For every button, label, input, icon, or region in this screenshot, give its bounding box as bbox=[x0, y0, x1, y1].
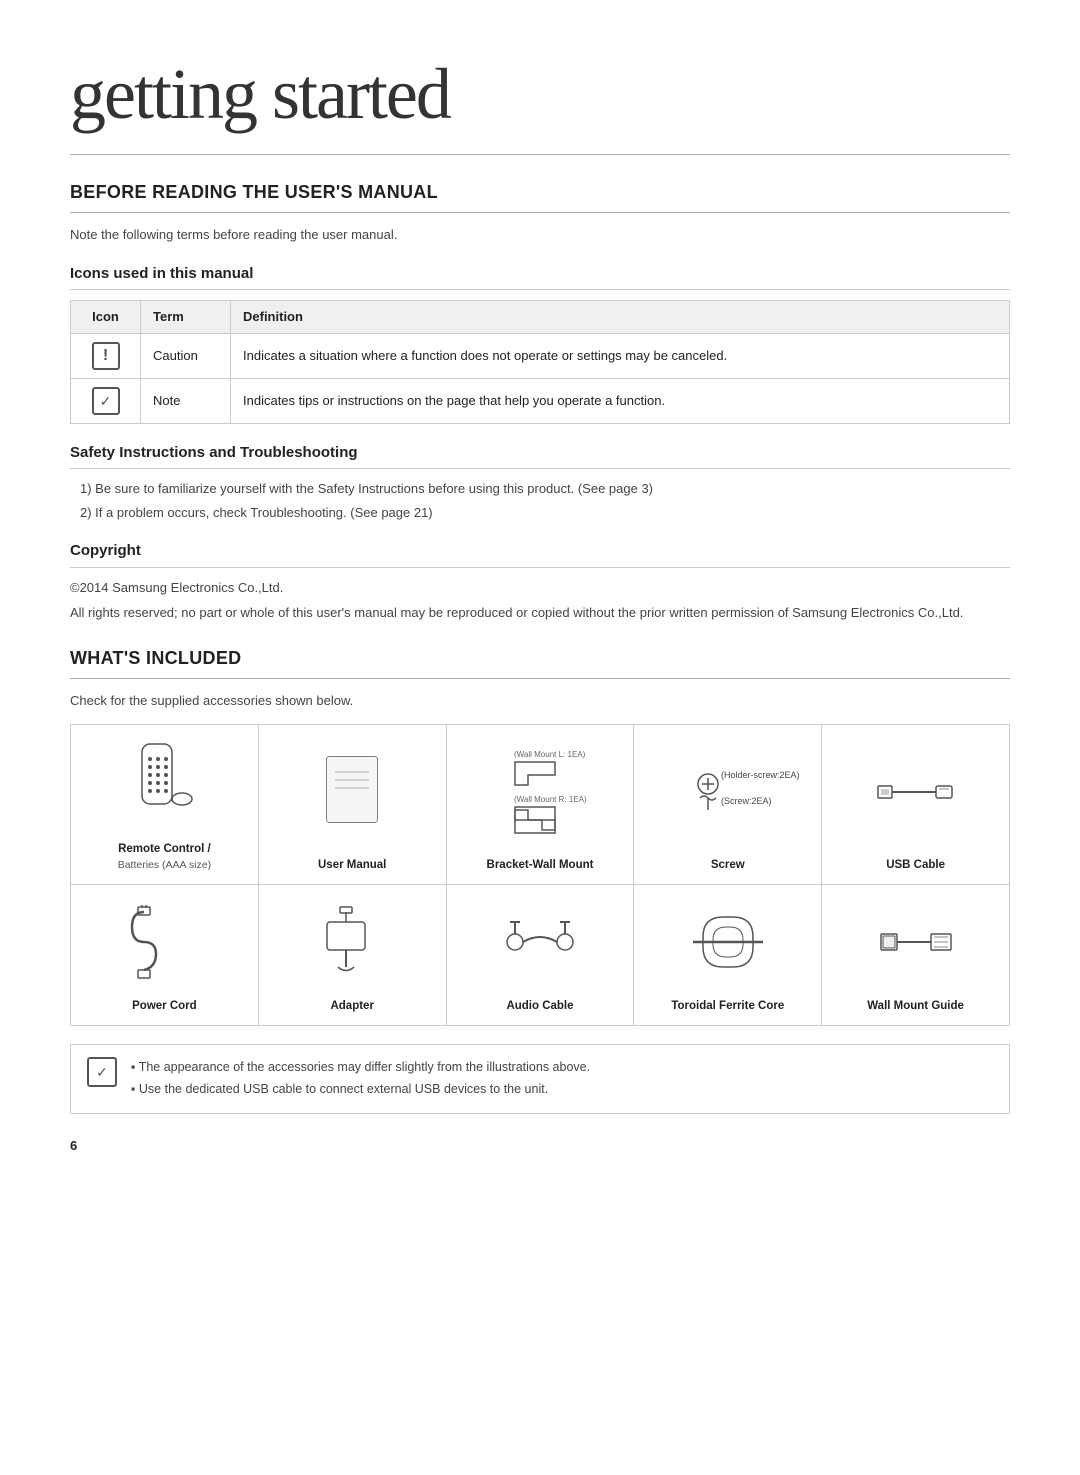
svg-text:(Screw:2EA): (Screw:2EA) bbox=[721, 796, 772, 806]
col-definition: Definition bbox=[231, 301, 1010, 334]
accessories-row-1: Remote Control / Batteries (AAA size) Us… bbox=[71, 725, 1009, 885]
remote-control-image bbox=[79, 739, 250, 829]
section2-title: WHAT'S INCLUDED bbox=[70, 645, 1010, 679]
table-row: ! Caution Indicates a situation where a … bbox=[71, 333, 1010, 378]
accessories-grid: Remote Control / Batteries (AAA size) Us… bbox=[70, 724, 1010, 1026]
svg-text:(Wall Mount R: 1EA): (Wall Mount R: 1EA) bbox=[514, 795, 587, 804]
remote-sublabel: Batteries (AAA size) bbox=[118, 858, 211, 874]
wall-mount-guide-image bbox=[830, 899, 1001, 986]
notes-box-text: The appearance of the accessories may di… bbox=[131, 1057, 590, 1101]
user-manual-image bbox=[267, 739, 438, 845]
note-line-2: Use the dedicated USB cable to connect e… bbox=[131, 1079, 590, 1099]
usb-cable-label: USB Cable bbox=[886, 857, 945, 874]
before-reading-section: BEFORE READING THE USER'S MANUAL Note th… bbox=[70, 179, 1010, 623]
power-cord-label: Power Cord bbox=[132, 998, 197, 1015]
usb-cable-image bbox=[830, 739, 1001, 845]
whats-included-intro: Check for the supplied accessories shown… bbox=[70, 691, 1010, 711]
note-line-1: The appearance of the accessories may di… bbox=[131, 1057, 590, 1077]
ferrite-core-image bbox=[642, 899, 813, 986]
caution-icon: ! bbox=[92, 342, 120, 370]
accessory-usb-cable: USB Cable bbox=[822, 725, 1009, 884]
list-item: 2) If a problem occurs, check Troublesho… bbox=[80, 503, 1010, 523]
accessory-screw: (Holder-screw:2EA) (Screw:2EA) Screw bbox=[634, 725, 822, 884]
screw-label: Screw bbox=[711, 857, 745, 874]
safety-subsection-title: Safety Instructions and Troubleshooting bbox=[70, 442, 1010, 470]
whats-included-section: WHAT'S INCLUDED Check for the supplied a… bbox=[70, 645, 1010, 1115]
ferrite-core-label: Toroidal Ferrite Core bbox=[671, 998, 784, 1015]
accessory-power-cord: Power Cord bbox=[71, 885, 259, 1025]
list-item: 1) Be sure to familiarize yourself with … bbox=[80, 479, 1010, 499]
icons-subsection-title: Icons used in this manual bbox=[70, 263, 1010, 291]
icons-table: Icon Term Definition ! Caution Indicates… bbox=[70, 300, 1010, 424]
accessory-ferrite-core: Toroidal Ferrite Core bbox=[634, 885, 822, 1025]
notes-box: ✓ The appearance of the accessories may … bbox=[70, 1044, 1010, 1114]
page-number: 6 bbox=[70, 1136, 1010, 1156]
bracket-label: Bracket-Wall Mount bbox=[487, 857, 594, 874]
col-icon: Icon bbox=[71, 301, 141, 334]
accessory-user-manual: User Manual bbox=[259, 725, 447, 884]
bracket-image: (Wall Mount L: 1EA) (Wall Mount R: 1EA) bbox=[455, 739, 626, 845]
table-row: Note Indicates tips or instructions on t… bbox=[71, 378, 1010, 423]
svg-text:(Wall Mount L: 1EA): (Wall Mount L: 1EA) bbox=[514, 750, 586, 759]
user-manual-label: User Manual bbox=[318, 857, 386, 874]
screw-image: (Holder-screw:2EA) (Screw:2EA) bbox=[642, 739, 813, 845]
col-term: Term bbox=[141, 301, 231, 334]
note-definition: Indicates tips or instructions on the pa… bbox=[231, 378, 1010, 423]
audio-cable-image bbox=[455, 899, 626, 986]
caution-definition: Indicates a situation where a function d… bbox=[231, 333, 1010, 378]
note-box-icon: ✓ bbox=[87, 1057, 117, 1087]
accessory-wall-mount-guide: Wall Mount Guide bbox=[822, 885, 1009, 1025]
safety-list: 1) Be sure to familiarize yourself with … bbox=[70, 479, 1010, 522]
note-icon bbox=[92, 387, 120, 415]
wall-mount-guide-label: Wall Mount Guide bbox=[867, 998, 964, 1015]
caution-term: Caution bbox=[141, 333, 231, 378]
remote-label: Remote Control / bbox=[118, 841, 211, 858]
note-term: Note bbox=[141, 378, 231, 423]
section1-title: BEFORE READING THE USER'S MANUAL bbox=[70, 179, 1010, 213]
adapter-label: Adapter bbox=[330, 998, 373, 1015]
copyright-line2: All rights reserved; no part or whole of… bbox=[70, 603, 1010, 623]
accessories-row-2: Power Cord Adapter bbox=[71, 885, 1009, 1025]
accessory-adapter: Adapter bbox=[259, 885, 447, 1025]
accessory-audio-cable: Audio Cable bbox=[447, 885, 635, 1025]
accessory-bracket-wall-mount: (Wall Mount L: 1EA) (Wall Mount R: 1EA) … bbox=[447, 725, 635, 884]
audio-cable-label: Audio Cable bbox=[506, 998, 573, 1015]
caution-icon-cell: ! bbox=[71, 333, 141, 378]
adapter-image bbox=[267, 899, 438, 986]
svg-text:(Holder-screw:2EA): (Holder-screw:2EA) bbox=[721, 770, 800, 780]
accessory-remote-control: Remote Control / Batteries (AAA size) bbox=[71, 725, 259, 884]
section1-intro: Note the following terms before reading … bbox=[70, 225, 1010, 245]
copyright-subsection-title: Copyright bbox=[70, 540, 1010, 568]
copyright-line1: ©2014 Samsung Electronics Co.,Ltd. bbox=[70, 578, 1010, 598]
note-icon-cell bbox=[71, 378, 141, 423]
page-title: getting started bbox=[70, 40, 1010, 155]
power-cord-image bbox=[79, 899, 250, 986]
